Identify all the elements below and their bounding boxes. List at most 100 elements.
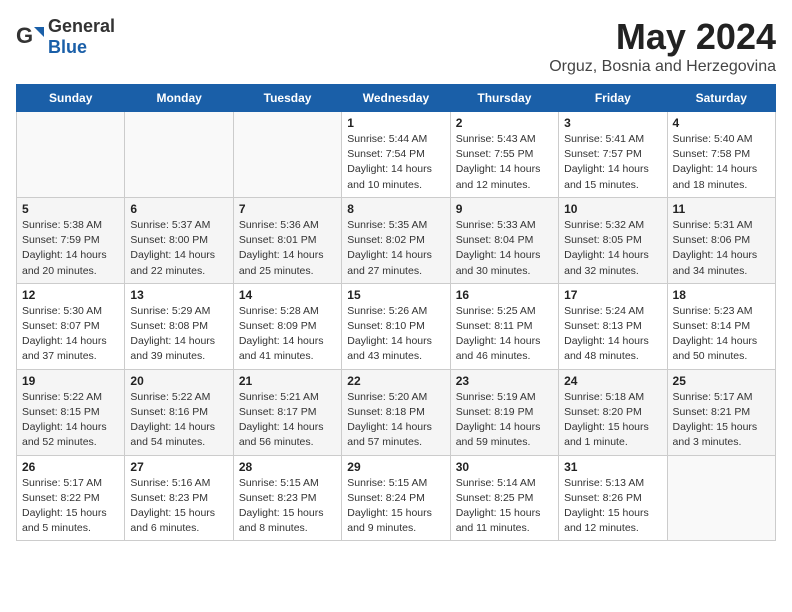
- day-info: Sunrise: 5:20 AM Sunset: 8:18 PM Dayligh…: [347, 390, 444, 451]
- day-header-saturday: Saturday: [667, 85, 775, 112]
- calendar-cell: 4 Sunrise: 5:40 AM Sunset: 7:58 PM Daylig…: [667, 112, 775, 198]
- day-number: 17: [564, 288, 661, 302]
- day-info: Sunrise: 5:25 AM Sunset: 8:11 PM Dayligh…: [456, 304, 553, 365]
- day-number: 2: [456, 116, 553, 130]
- day-info: Sunrise: 5:15 AM Sunset: 8:23 PM Dayligh…: [239, 476, 336, 537]
- calendar-cell: 27 Sunrise: 5:16 AM Sunset: 8:23 PM Dayli…: [125, 455, 233, 541]
- day-number: 25: [673, 374, 770, 388]
- day-number: 10: [564, 202, 661, 216]
- day-number: 11: [673, 202, 770, 216]
- calendar-cell: 15 Sunrise: 5:26 AM Sunset: 8:10 PM Dayli…: [342, 283, 450, 369]
- day-number: 21: [239, 374, 336, 388]
- calendar-cell: [125, 112, 233, 198]
- day-number: 20: [130, 374, 227, 388]
- logo-icon: G: [16, 23, 44, 51]
- day-info: Sunrise: 5:29 AM Sunset: 8:08 PM Dayligh…: [130, 304, 227, 365]
- day-number: 31: [564, 460, 661, 474]
- day-info: Sunrise: 5:44 AM Sunset: 7:54 PM Dayligh…: [347, 132, 444, 193]
- day-info: Sunrise: 5:26 AM Sunset: 8:10 PM Dayligh…: [347, 304, 444, 365]
- day-info: Sunrise: 5:41 AM Sunset: 7:57 PM Dayligh…: [564, 132, 661, 193]
- day-header-thursday: Thursday: [450, 85, 558, 112]
- calendar-cell: 2 Sunrise: 5:43 AM Sunset: 7:55 PM Daylig…: [450, 112, 558, 198]
- calendar-cell: 31 Sunrise: 5:13 AM Sunset: 8:26 PM Dayli…: [559, 455, 667, 541]
- calendar-cell: 23 Sunrise: 5:19 AM Sunset: 8:19 PM Dayli…: [450, 369, 558, 455]
- logo-text: General Blue: [48, 16, 115, 58]
- day-info: Sunrise: 5:19 AM Sunset: 8:19 PM Dayligh…: [456, 390, 553, 451]
- day-info: Sunrise: 5:28 AM Sunset: 8:09 PM Dayligh…: [239, 304, 336, 365]
- day-number: 28: [239, 460, 336, 474]
- calendar-cell: [667, 455, 775, 541]
- calendar-cell: 30Sunrise: 5:14 AM Sunset: 8:25 PM Dayli…: [450, 455, 558, 541]
- title-area: May 2024 Orguz, Bosnia and Herzegovina: [549, 16, 776, 76]
- day-number: 1: [347, 116, 444, 130]
- day-info: Sunrise: 5:17 AM Sunset: 8:21 PM Dayligh…: [673, 390, 770, 451]
- calendar-cell: 16Sunrise: 5:25 AM Sunset: 8:11 PM Dayli…: [450, 283, 558, 369]
- calendar-cell: 13 Sunrise: 5:29 AM Sunset: 8:08 PM Dayli…: [125, 283, 233, 369]
- calendar-cell: 28 Sunrise: 5:15 AM Sunset: 8:23 PM Dayli…: [233, 455, 341, 541]
- logo: G General Blue: [16, 16, 115, 58]
- day-number: 27: [130, 460, 227, 474]
- day-info: Sunrise: 5:38 AM Sunset: 7:59 PM Dayligh…: [22, 218, 119, 279]
- day-header-tuesday: Tuesday: [233, 85, 341, 112]
- day-info: Sunrise: 5:13 AM Sunset: 8:26 PM Dayligh…: [564, 476, 661, 537]
- day-number: 23: [456, 374, 553, 388]
- day-info: Sunrise: 5:43 AM Sunset: 7:55 PM Dayligh…: [456, 132, 553, 193]
- calendar-cell: 5 Sunrise: 5:38 AM Sunset: 7:59 PM Daylig…: [17, 197, 125, 283]
- day-info: Sunrise: 5:22 AM Sunset: 8:16 PM Dayligh…: [130, 390, 227, 451]
- day-info: Sunrise: 5:32 AM Sunset: 8:05 PM Dayligh…: [564, 218, 661, 279]
- week-row-2: 5 Sunrise: 5:38 AM Sunset: 7:59 PM Daylig…: [17, 197, 776, 283]
- day-number: 7: [239, 202, 336, 216]
- calendar-cell: 1 Sunrise: 5:44 AM Sunset: 7:54 PM Daylig…: [342, 112, 450, 198]
- week-row-3: 12Sunrise: 5:30 AM Sunset: 8:07 PM Dayli…: [17, 283, 776, 369]
- logo-general: General: [48, 16, 115, 36]
- day-number: 14: [239, 288, 336, 302]
- calendar-cell: 3 Sunrise: 5:41 AM Sunset: 7:57 PM Daylig…: [559, 112, 667, 198]
- calendar-cell: 19 Sunrise: 5:22 AM Sunset: 8:15 PM Dayli…: [17, 369, 125, 455]
- day-number: 13: [130, 288, 227, 302]
- calendar-cell: [233, 112, 341, 198]
- svg-text:G: G: [16, 23, 33, 48]
- day-info: Sunrise: 5:24 AM Sunset: 8:13 PM Dayligh…: [564, 304, 661, 365]
- week-row-4: 19 Sunrise: 5:22 AM Sunset: 8:15 PM Dayli…: [17, 369, 776, 455]
- day-number: 22: [347, 374, 444, 388]
- day-header-friday: Friday: [559, 85, 667, 112]
- day-info: Sunrise: 5:22 AM Sunset: 8:15 PM Dayligh…: [22, 390, 119, 451]
- logo-blue: Blue: [48, 37, 87, 57]
- day-number: 29: [347, 460, 444, 474]
- day-info: Sunrise: 5:21 AM Sunset: 8:17 PM Dayligh…: [239, 390, 336, 451]
- day-info: Sunrise: 5:31 AM Sunset: 8:06 PM Dayligh…: [673, 218, 770, 279]
- day-number: 5: [22, 202, 119, 216]
- day-number: 9: [456, 202, 553, 216]
- calendar-cell: [17, 112, 125, 198]
- calendar-cell: 6Sunrise: 5:37 AM Sunset: 8:00 PM Daylig…: [125, 197, 233, 283]
- week-row-5: 26 Sunrise: 5:17 AM Sunset: 8:22 PM Dayli…: [17, 455, 776, 541]
- day-header-wednesday: Wednesday: [342, 85, 450, 112]
- main-title: May 2024: [549, 16, 776, 58]
- day-number: 12: [22, 288, 119, 302]
- header-row: SundayMondayTuesdayWednesdayThursdayFrid…: [17, 85, 776, 112]
- day-info: Sunrise: 5:16 AM Sunset: 8:23 PM Dayligh…: [130, 476, 227, 537]
- day-number: 15: [347, 288, 444, 302]
- calendar-cell: 12Sunrise: 5:30 AM Sunset: 8:07 PM Dayli…: [17, 283, 125, 369]
- calendar-cell: 25 Sunrise: 5:17 AM Sunset: 8:21 PM Dayli…: [667, 369, 775, 455]
- day-number: 8: [347, 202, 444, 216]
- day-info: Sunrise: 5:14 AM Sunset: 8:25 PM Dayligh…: [456, 476, 553, 537]
- day-header-sunday: Sunday: [17, 85, 125, 112]
- day-number: 3: [564, 116, 661, 130]
- calendar-cell: 8Sunrise: 5:35 AM Sunset: 8:02 PM Daylig…: [342, 197, 450, 283]
- day-number: 19: [22, 374, 119, 388]
- day-info: Sunrise: 5:15 AM Sunset: 8:24 PM Dayligh…: [347, 476, 444, 537]
- calendar-cell: 21 Sunrise: 5:21 AM Sunset: 8:17 PM Dayli…: [233, 369, 341, 455]
- calendar-cell: 9Sunrise: 5:33 AM Sunset: 8:04 PM Daylig…: [450, 197, 558, 283]
- calendar-cell: 20 Sunrise: 5:22 AM Sunset: 8:16 PM Dayli…: [125, 369, 233, 455]
- day-number: 26: [22, 460, 119, 474]
- day-number: 4: [673, 116, 770, 130]
- calendar-cell: 10 Sunrise: 5:32 AM Sunset: 8:05 PM Dayli…: [559, 197, 667, 283]
- day-info: Sunrise: 5:23 AM Sunset: 8:14 PM Dayligh…: [673, 304, 770, 365]
- week-row-1: 1 Sunrise: 5:44 AM Sunset: 7:54 PM Daylig…: [17, 112, 776, 198]
- day-info: Sunrise: 5:40 AM Sunset: 7:58 PM Dayligh…: [673, 132, 770, 193]
- day-info: Sunrise: 5:17 AM Sunset: 8:22 PM Dayligh…: [22, 476, 119, 537]
- day-header-monday: Monday: [125, 85, 233, 112]
- day-info: Sunrise: 5:37 AM Sunset: 8:00 PM Dayligh…: [130, 218, 227, 279]
- calendar-cell: 26 Sunrise: 5:17 AM Sunset: 8:22 PM Dayli…: [17, 455, 125, 541]
